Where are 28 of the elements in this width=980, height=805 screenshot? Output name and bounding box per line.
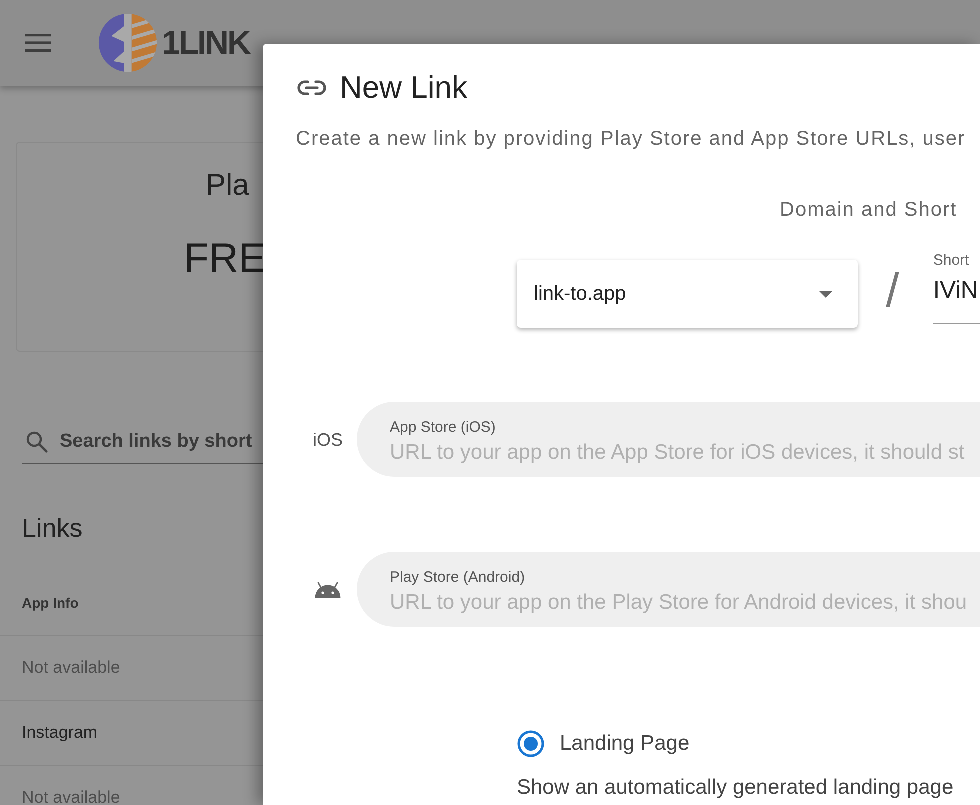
field-label: Short: [933, 252, 970, 270]
field-label: App Store (iOS): [390, 418, 496, 438]
platform-label: iOS: [313, 428, 344, 452]
radio-label: Landing Page: [560, 731, 690, 757]
option-description: Show an automatically generated landing page: [517, 775, 954, 801]
android-icon: [314, 582, 342, 598]
links-heading: Links: [22, 512, 83, 544]
menu-icon: [25, 34, 51, 52]
table-cell-text: Not available: [22, 657, 120, 680]
separator: /: [886, 266, 900, 318]
dropdown-caret-icon: [819, 290, 833, 298]
field-label: Play Store (Android): [390, 568, 526, 588]
link-icon: [297, 80, 327, 96]
domain-select[interactable]: link-to.app: [517, 260, 858, 328]
logo-text: 1LINK: [162, 23, 250, 63]
search-icon: [25, 430, 49, 454]
globe-logo-icon: [98, 13, 158, 73]
plan-value: FRE: [184, 234, 266, 282]
dialog-title: New Link: [340, 70, 468, 106]
radio-button[interactable]: [517, 730, 545, 758]
table-cell-text: Instagram: [22, 722, 98, 744]
dialog-description: Create a new link by providing Play Store and App Store URLs, user: [296, 127, 966, 152]
table-cell-text: Not available: [22, 787, 120, 805]
menu-button[interactable]: [22, 31, 54, 55]
section-heading: Domain and Short: [780, 198, 958, 223]
search-field[interactable]: Search links by short: [22, 420, 263, 464]
column-header: App Info: [22, 594, 79, 613]
plan-label: Pla: [206, 168, 250, 204]
